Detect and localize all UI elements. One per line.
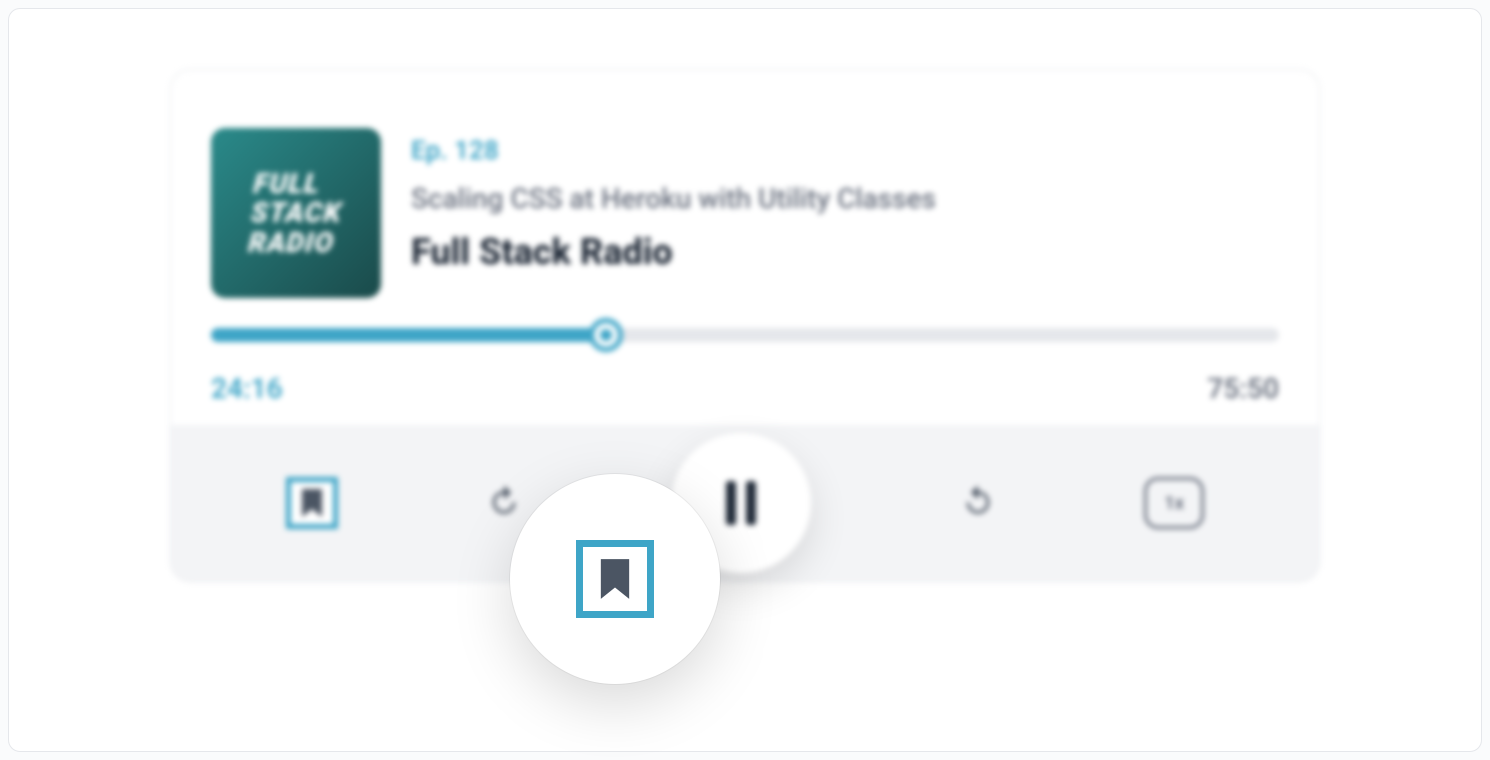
album-cover-text: FULL STACK RADIO [247,169,346,257]
audio-player-card: FULL STACK RADIO Ep. 128 Scaling CSS at … [170,69,1320,582]
time-total: 75:50 [1207,372,1279,405]
page-frame: FULL STACK RADIO Ep. 128 Scaling CSS at … [8,8,1482,752]
episode-number: Ep. 128 [411,136,936,166]
progress-handle[interactable] [589,318,623,352]
pause-icon [726,481,756,525]
rewind-button[interactable] [487,484,521,522]
album-artwork: FULL STACK RADIO [211,128,381,298]
player-header: FULL STACK RADIO Ep. 128 Scaling CSS at … [171,70,1319,328]
time-display: 24:16 75:50 [211,372,1279,405]
time-elapsed: 24:16 [211,372,283,405]
episode-title: Scaling CSS at Heroku with Utility Class… [411,182,936,215]
progress-section: 24:16 75:50 [171,328,1319,425]
forward-button[interactable] [961,484,995,522]
magnifier-overlay [510,474,720,684]
track-info: Ep. 128 Scaling CSS at Heroku with Utili… [411,128,936,273]
rewind-icon [487,484,521,518]
bookmark-icon [598,559,632,599]
player-controls: 1x [171,425,1319,581]
progress-fill [211,328,606,342]
speed-label: 1x [1164,493,1184,514]
progress-slider[interactable] [211,328,1279,342]
bookmark-icon [300,489,324,517]
podcast-name: Full Stack Radio [411,231,936,273]
forward-icon [961,484,995,518]
bookmark-button[interactable] [286,477,338,529]
bookmark-button-magnified[interactable] [576,540,654,618]
playback-speed-button[interactable]: 1x [1144,477,1204,529]
